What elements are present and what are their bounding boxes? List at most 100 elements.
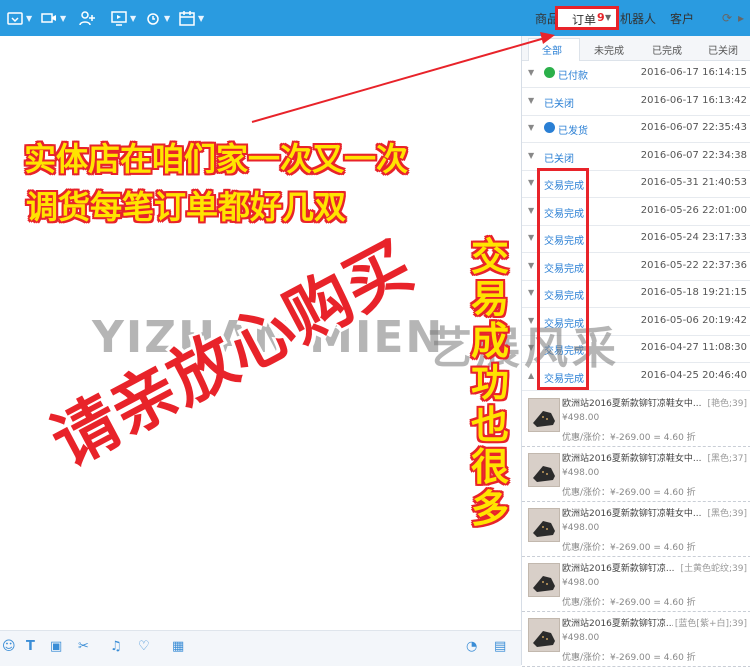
order-date: 2016-04-27 11:08:30 [640, 342, 747, 353]
order-date: 2016-05-06 20:19:42 [640, 314, 747, 326]
order-item[interactable]: 欧洲站2016夏新款铆钉凉鞋女中... [艳色;39] ¥498.00 优惠/涨价：¥… [522, 392, 750, 447]
order-row[interactable]: ▼ 已关闭 2016-06-07 22:34:38 [522, 143, 750, 171]
chevron-down-icon: ▼ [605, 13, 612, 22]
order-status: 已发货 [558, 126, 588, 137]
product-price: ¥498.00 [562, 523, 600, 533]
chevron-up-icon[interactable]: ▲ [528, 371, 534, 380]
order-row[interactable]: ▼ 交易完成 2016-05-31 21:40:53 [522, 170, 750, 198]
order-row[interactable]: ▼ 已付款 2016-06-17 16:14:15 [522, 60, 750, 88]
order-filter-tabs: 全部 未完成 已完成 已关闭 [522, 36, 750, 61]
chevron-down-icon[interactable]: ▼ [528, 206, 534, 215]
tab-customer[interactable]: 客户 [670, 10, 694, 27]
order-row[interactable]: ▲ 交易完成 2016-04-25 20:46:40 [522, 363, 750, 391]
product-thumbnail[interactable] [528, 453, 560, 487]
chevron-down-icon[interactable]: ▼ [528, 96, 534, 105]
product-sku: [蓝色[紫+白];39] [672, 616, 747, 629]
product-thumbnail[interactable] [528, 618, 560, 652]
order-date: 2016-05-31 21:40:53 [640, 177, 747, 188]
doc-icon[interactable]: ▤ [494, 639, 510, 655]
product-sku: [土黄色蛇纹;39] [678, 561, 747, 574]
order-row[interactable]: ▼ 交易完成 2016-05-24 23:17:33 [522, 225, 750, 253]
calendar-icon[interactable]: ▼ [178, 8, 204, 28]
tab-robot[interactable]: 机器人 [620, 10, 656, 27]
order-date: 2016-05-26 22:01:00 [640, 204, 747, 216]
sidebar-toggle-icon[interactable]: ▸ [738, 11, 744, 25]
chevron-down-icon[interactable]: ▼ [528, 68, 534, 77]
order-status: 交易完成 [544, 373, 584, 385]
product-thumbnail[interactable] [528, 398, 560, 432]
chevron-down-icon[interactable]: ▼ [528, 151, 534, 160]
order-item[interactable]: 欧洲站2016夏新款铆钉凉... [蓝色[紫+白];39] ¥498.00 优惠/涨价… [522, 612, 750, 667]
chevron-down-icon[interactable]: ▼ [528, 316, 534, 325]
order-status: 已付款 [558, 71, 588, 82]
order-item[interactable]: 欧洲站2016夏新款铆钉凉鞋女中... [黑色;39] ¥498.00 优惠/涨价：¥… [522, 502, 750, 557]
tab-orders-label: 订单 [572, 13, 597, 27]
order-status: 交易完成 [544, 208, 584, 220]
order-row[interactable]: ▼ 交易完成 2016-04-27 11:08:30 [522, 335, 750, 363]
product-price: ¥498.00 [562, 633, 600, 643]
subtab-finished[interactable]: 已完成 [652, 42, 682, 57]
product-sku: [黑色;39] [705, 506, 747, 519]
image-icon[interactable]: ▣ [50, 639, 66, 655]
product-sku: [黑色;37] [705, 451, 747, 464]
order-row[interactable]: ▼ 已关闭 2016-06-17 16:13:42 [522, 88, 750, 116]
chevron-down-icon[interactable]: ▼ [528, 343, 534, 352]
input-toolbar: ☺ T ▣ ✂ ♫ ♡ ▦ ◔ ▤ [0, 630, 521, 666]
product-discount: 优惠/涨价：¥-269.00 = 4.60 折 [562, 653, 696, 663]
order-status: 交易完成 [544, 291, 584, 302]
tab-orders[interactable]: 订单 9 ▼ [555, 6, 619, 30]
order-status: 交易完成 [544, 236, 584, 247]
order-date: 2016-06-17 16:13:42 [640, 94, 747, 106]
chevron-down-icon[interactable]: ▼ [528, 123, 534, 132]
product-price: ¥498.00 [562, 578, 600, 588]
truck-icon [544, 122, 555, 133]
alarm-icon[interactable]: ▼ [144, 8, 170, 28]
top-toolbar: ▼ ▼ ▼ ▼ ▼ 商品 订单 9 ▼ 机器人 客户 ⟳ ▸ [0, 0, 750, 36]
product-discount: 优惠/涨价：¥-269.00 = 4.60 折 [562, 433, 696, 443]
screen-share-icon[interactable]: ▼ [110, 8, 136, 28]
subtab-all[interactable]: 全部 [542, 42, 562, 57]
order-date: 2016-06-17 16:14:15 [640, 67, 747, 78]
chat-history-icon[interactable]: ◔ [466, 639, 482, 655]
order-row[interactable]: ▼ 交易完成 2016-05-06 20:19:42 [522, 308, 750, 336]
order-status: 已关闭 [544, 98, 574, 110]
order-row[interactable]: ▼ 已发货 2016-06-07 22:35:43 [522, 115, 750, 143]
scissors-icon[interactable]: ✂ [78, 639, 94, 655]
chevron-down-icon[interactable]: ▼ [528, 233, 534, 242]
order-item[interactable]: 欧洲站2016夏新款铆钉凉... [土黄色蛇纹;39] ¥498.00 优惠/涨价：¥… [522, 557, 750, 612]
order-date: 2016-04-25 20:46:40 [640, 369, 747, 381]
emoji-icon[interactable]: ☺ [2, 639, 18, 655]
bell-icon[interactable]: ♫ [110, 639, 126, 655]
order-status: 已关闭 [544, 153, 574, 165]
order-status: 交易完成 [544, 318, 584, 330]
product-price: ¥498.00 [562, 413, 600, 423]
refresh-icon[interactable]: ⟳ [722, 11, 732, 25]
order-row[interactable]: ▼ 交易完成 2016-05-26 22:01:00 [522, 198, 750, 226]
order-date: 2016-06-07 22:34:38 [640, 149, 747, 161]
folder-icon[interactable]: ▼ [6, 8, 32, 28]
chevron-down-icon[interactable]: ▼ [528, 261, 534, 270]
order-item[interactable]: 欧洲站2016夏新款铆钉凉鞋女中... [黑色;37] ¥498.00 优惠/涨价：¥… [522, 447, 750, 502]
product-discount: 优惠/涨价：¥-269.00 = 4.60 折 [562, 598, 696, 608]
product-thumbnail[interactable] [528, 508, 560, 542]
subtab-closed[interactable]: 已关闭 [708, 42, 738, 57]
check-icon [544, 67, 555, 78]
subtab-unfinished[interactable]: 未完成 [594, 42, 624, 57]
orders-count-badge: 9 [597, 11, 605, 24]
product-thumbnail[interactable] [528, 563, 560, 597]
chevron-down-icon[interactable]: ▼ [528, 288, 534, 297]
order-date: 2016-05-18 19:21:15 [640, 287, 747, 298]
product-price: ¥498.00 [562, 468, 600, 478]
video-icon[interactable]: ▼ [40, 8, 66, 28]
order-row[interactable]: ▼ 交易完成 2016-05-18 19:21:15 [522, 280, 750, 308]
font-icon[interactable]: T [26, 639, 42, 655]
order-row[interactable]: ▼ 交易完成 2016-05-22 22:37:36 [522, 253, 750, 281]
add-contact-icon[interactable] [78, 8, 96, 28]
product-discount: 优惠/涨价：¥-269.00 = 4.60 折 [562, 488, 696, 498]
chevron-down-icon[interactable]: ▼ [528, 178, 534, 187]
calculator-icon[interactable]: ▦ [172, 639, 188, 655]
order-date: 2016-05-24 23:17:33 [640, 232, 747, 243]
order-date: 2016-05-22 22:37:36 [640, 259, 747, 271]
order-status: 交易完成 [544, 346, 584, 357]
heart-icon[interactable]: ♡ [138, 639, 154, 655]
